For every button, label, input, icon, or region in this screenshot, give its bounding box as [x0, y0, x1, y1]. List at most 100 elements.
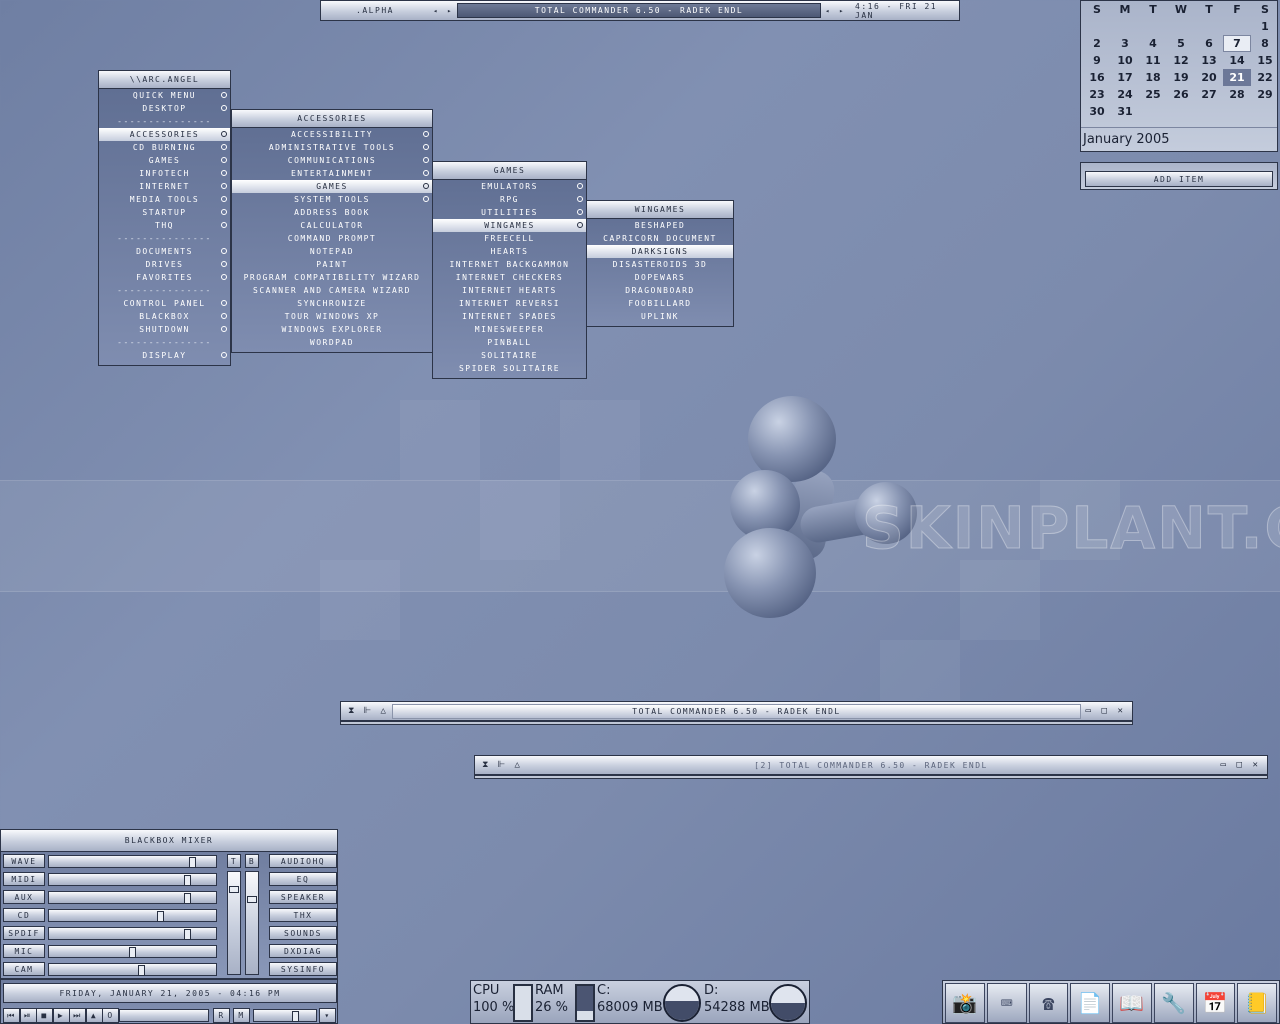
slider-thumb[interactable] — [184, 929, 191, 940]
volume-slider[interactable] — [253, 1009, 317, 1022]
repeat-button[interactable]: R — [213, 1008, 230, 1023]
menu-item-entertainment[interactable]: ENTERTAINMENT — [232, 167, 432, 180]
menu-item-favorites[interactable]: FAVORITES — [99, 271, 230, 284]
menu-item-internet-backgammon[interactable]: INTERNET BACKGAMMON — [433, 258, 586, 271]
menu-item-darksigns[interactable]: DARKSIGNS — [587, 245, 733, 258]
mixer-slider-cd[interactable] — [48, 909, 217, 922]
pin-icon[interactable]: ⊩ — [360, 703, 376, 719]
maximize-icon[interactable]: □ — [1097, 703, 1113, 719]
menu-item-disasteroids-3d[interactable]: DISASTEROIDS 3D — [587, 258, 733, 271]
menu-item-system-tools[interactable]: SYSTEM TOOLS — [232, 193, 432, 206]
mixer-slider-mic[interactable] — [48, 945, 217, 958]
mixer-channel-spdif[interactable]: SPDIF — [3, 926, 45, 940]
menu-item-blackbox[interactable]: BLACKBOX — [99, 310, 230, 323]
hourglass-icon[interactable]: ⧗ — [478, 757, 494, 773]
window-bar-total-commander-2[interactable]: ⧗ ⊩ △ [2] TOTAL COMMANDER 6.50 - RADEK E… — [474, 755, 1268, 775]
menu-item-freecell[interactable]: FREECELL — [433, 232, 586, 245]
slider-thumb[interactable] — [189, 857, 196, 868]
mixer-channel-cam[interactable]: CAM — [3, 962, 45, 976]
mixer-channel-aux[interactable]: AUX — [3, 890, 45, 904]
window-title[interactable]: [2] TOTAL COMMANDER 6.50 - RADEK ENDL — [526, 758, 1216, 773]
mixer-slider-aux[interactable] — [48, 891, 217, 904]
menu-item-dragonboard[interactable]: DRAGONBOARD — [587, 284, 733, 297]
window-bar-total-commander[interactable]: ⧗ ⊩ △ TOTAL COMMANDER 6.50 - RADEK ENDL … — [340, 701, 1133, 721]
menu-item-quick-menu[interactable]: QUICK MENU — [99, 89, 230, 102]
menu-item-thq[interactable]: THQ — [99, 219, 230, 232]
calendar-day[interactable]: 4 — [1139, 35, 1167, 52]
mute-button[interactable]: M — [233, 1008, 250, 1023]
menu-item-internet[interactable]: INTERNET — [99, 180, 230, 193]
menu-item-games[interactable]: GAMES — [99, 154, 230, 167]
menu-item-program-compatibility-wizard[interactable]: PROGRAM COMPATIBILITY WIZARD — [232, 271, 432, 284]
calendar-day[interactable]: 10 — [1111, 52, 1139, 69]
seek-bar[interactable] — [119, 1009, 209, 1022]
menu-item-command-prompt[interactable]: COMMAND PROMPT — [232, 232, 432, 245]
mixer-slider-midi[interactable] — [48, 873, 217, 886]
calendar-day[interactable]: 22 — [1251, 69, 1279, 86]
menu-item-accessories[interactable]: ACCESSORIES — [99, 128, 230, 141]
toolbar-window-title[interactable]: TOTAL COMMANDER 6.50 - RADEK ENDL — [457, 3, 821, 18]
previous-icon[interactable]: ⏮ — [3, 1008, 20, 1023]
menu-item-rpg[interactable]: RPG — [433, 193, 586, 206]
book-icon[interactable]: 📖 — [1112, 983, 1152, 1023]
menu-item-infotech[interactable]: INFOTECH — [99, 167, 230, 180]
menu-item-scanner-and-camera-wizard[interactable]: SCANNER AND CAMERA WIZARD — [232, 284, 432, 297]
prev-workspace-icon[interactable]: ◂ — [429, 7, 443, 15]
slider-thumb[interactable] — [129, 947, 136, 958]
mixer-slider-wave[interactable] — [48, 855, 217, 868]
menu-item-windows-explorer[interactable]: WINDOWS EXPLORER — [232, 323, 432, 336]
phone-icon[interactable]: ☎ — [1028, 983, 1069, 1023]
minimize-icon[interactable]: ▭ — [1081, 703, 1097, 719]
calendar-day[interactable]: 6 — [1195, 35, 1223, 52]
menu-item-startup[interactable]: STARTUP — [99, 206, 230, 219]
camera-icon[interactable]: 📸 — [945, 983, 985, 1023]
next-window-icon[interactable]: ▸ — [835, 7, 849, 15]
mixer-button-sysinfo[interactable]: SYSINFO — [269, 962, 337, 976]
slider-thumb[interactable] — [157, 911, 164, 922]
window-title[interactable]: TOTAL COMMANDER 6.50 - RADEK ENDL — [392, 703, 1081, 719]
calendar-day[interactable]: 23 — [1083, 86, 1111, 103]
calendar-day[interactable]: 7 — [1223, 35, 1251, 52]
calendar-day[interactable]: 31 — [1111, 103, 1139, 120]
keyboard-icon[interactable]: ⌨ — [986, 983, 1027, 1023]
play-icon[interactable]: ▶ — [52, 1008, 70, 1023]
menu-item-administrative-tools[interactable]: ADMINISTRATIVE TOOLS — [232, 141, 432, 154]
menu-item-address-book[interactable]: ADDRESS BOOK — [232, 206, 432, 219]
mixer-channel-mic[interactable]: MIC — [3, 944, 45, 958]
menu-item-internet-reversi[interactable]: INTERNET REVERSI — [433, 297, 586, 310]
calendar-day[interactable]: 1 — [1251, 18, 1279, 35]
menu-item-emulators[interactable]: EMULATORS — [433, 180, 586, 193]
pin-icon[interactable]: ⊩ — [494, 757, 510, 773]
calendar-day[interactable]: 18 — [1139, 69, 1167, 86]
notebook-icon[interactable]: 📒 — [1237, 983, 1277, 1023]
calendar-day[interactable]: 29 — [1251, 86, 1279, 103]
stop-icon[interactable]: ■ — [36, 1008, 53, 1023]
next-icon[interactable]: ⏭ — [69, 1008, 86, 1023]
treble-slider[interactable] — [227, 871, 241, 975]
calendar-day[interactable]: 20 — [1195, 69, 1223, 86]
menu-item-minesweeper[interactable]: MINESWEEPER — [433, 323, 586, 336]
calendar-day[interactable]: 3 — [1111, 35, 1139, 52]
slider-thumb[interactable] — [138, 965, 145, 976]
calendar-day[interactable]: 11 — [1139, 52, 1167, 69]
calendar-day[interactable]: 2 — [1083, 35, 1111, 52]
calendar-icon[interactable]: 📅 — [1195, 983, 1236, 1023]
menu-item-wingames[interactable]: WINGAMES — [433, 219, 586, 232]
calendar-day[interactable]: 15 — [1251, 52, 1279, 69]
menu-item-cd-burning[interactable]: CD BURNING — [99, 141, 230, 154]
shade-icon[interactable]: △ — [376, 703, 392, 719]
menu-item-utilities[interactable]: UTILITIES — [433, 206, 586, 219]
menu-item-spider-solitaire[interactable]: SPIDER SOLITAIRE — [433, 362, 586, 375]
eject-icon[interactable]: ▲ — [85, 1008, 103, 1023]
calendar-day[interactable]: 24 — [1111, 86, 1139, 103]
menu-item-internet-spades[interactable]: INTERNET SPADES — [433, 310, 586, 323]
mixer-button-dxdiag[interactable]: DXDIAG — [269, 944, 337, 958]
calendar-day[interactable]: 5 — [1167, 35, 1195, 52]
minimize-icon[interactable]: ▭ — [1216, 757, 1232, 773]
menu-item-desktop[interactable]: DESKTOP — [99, 102, 230, 115]
workspace-label[interactable]: .ALPHA — [321, 1, 429, 20]
menu-item-solitaire[interactable]: SOLITAIRE — [433, 349, 586, 362]
calendar-day[interactable]: 21 — [1223, 69, 1251, 86]
menu-item-pinball[interactable]: PINBALL — [433, 336, 586, 349]
menu-item-paint[interactable]: PAINT — [232, 258, 432, 271]
